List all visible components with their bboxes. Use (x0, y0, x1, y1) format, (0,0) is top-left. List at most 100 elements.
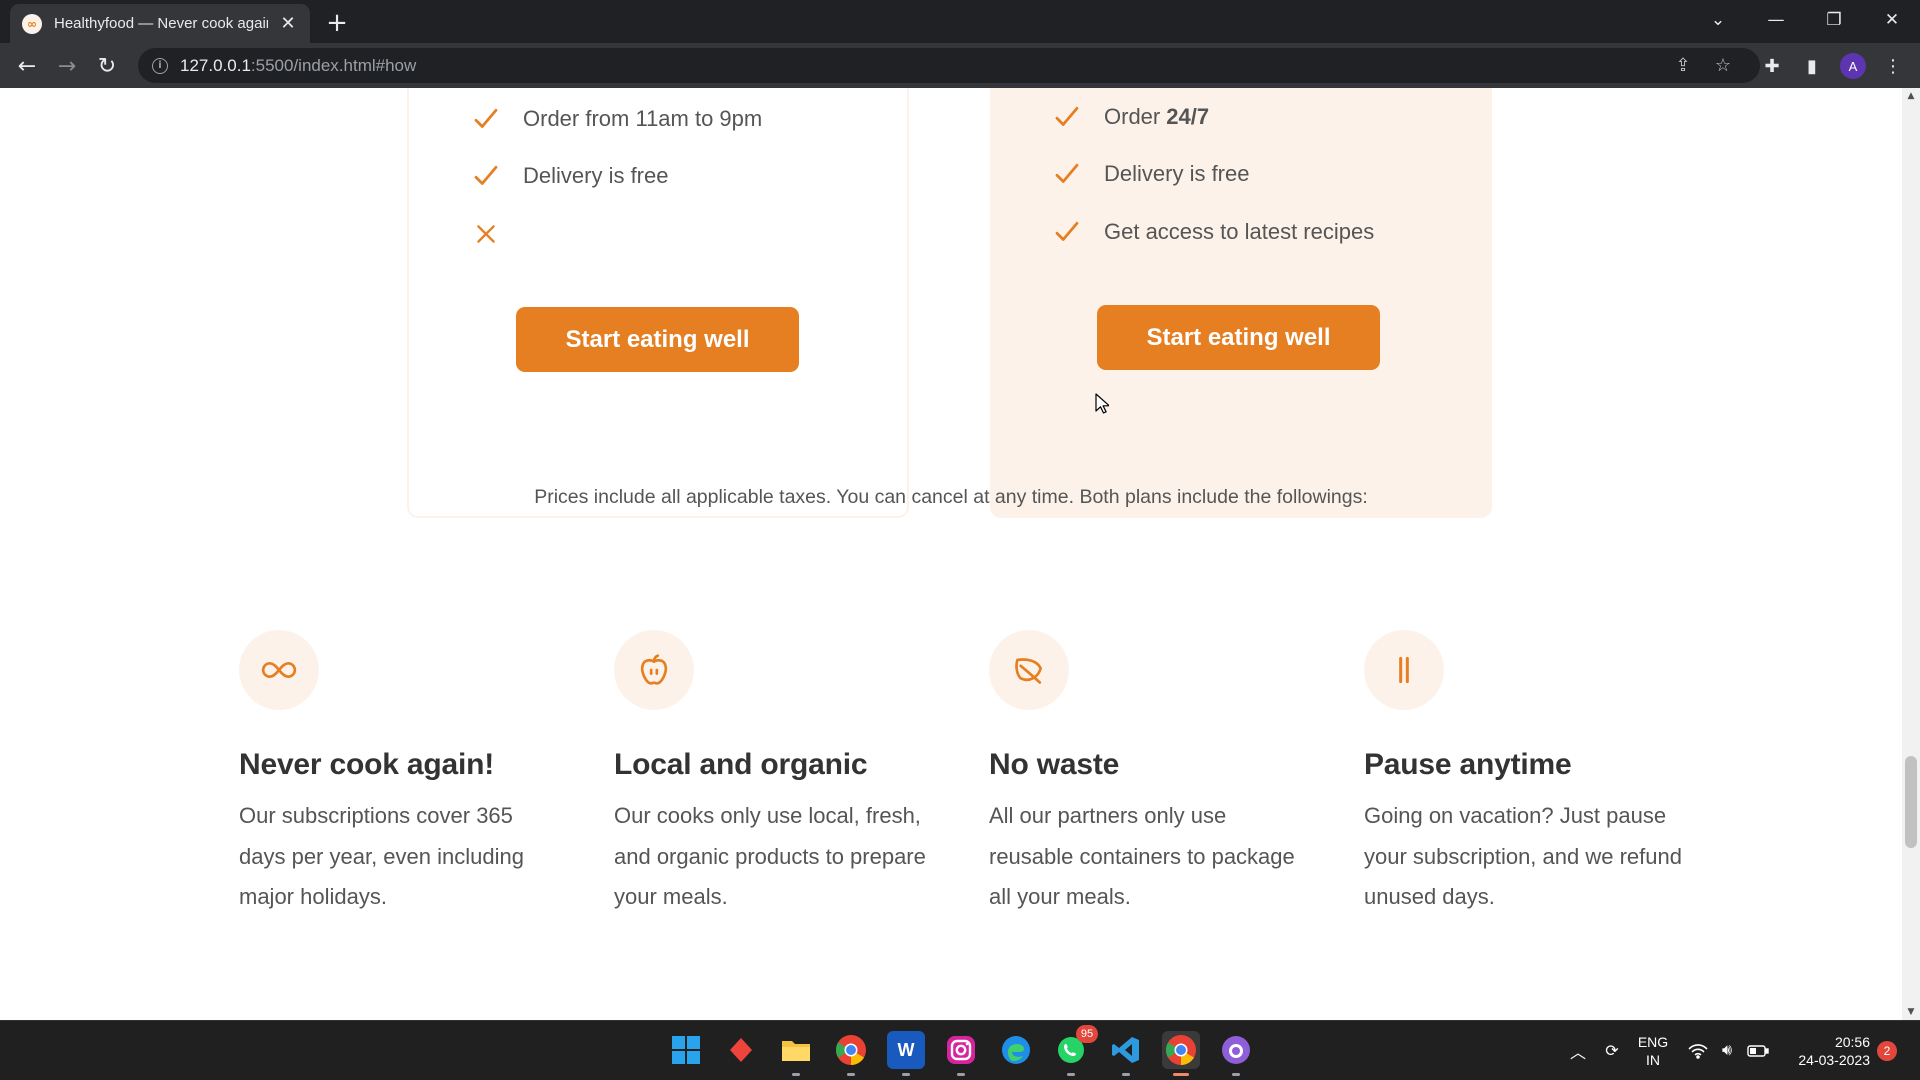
edge-icon[interactable] (997, 1031, 1035, 1069)
windows-taskbar: W 95 ︿ ⟳ ENG IN 🔊︎ 20:56 24-03-2023 2 (0, 1020, 1920, 1080)
sync-icon[interactable]: ⟳ (1597, 1021, 1627, 1080)
feature-text: Delivery is free (523, 163, 669, 189)
whatsapp-unread-badge: 95 (1076, 1025, 1098, 1043)
list-item: Get access to latest recipes (1052, 203, 1374, 261)
pricing-plan-complete: Order 24/7 Delivery is free Get access t… (990, 88, 1492, 518)
apple-icon (614, 630, 694, 710)
feature-text-bold: 24/7 (1166, 103, 1210, 129)
list-item: Delivery is free (1052, 146, 1374, 204)
starter-feature-list: Order from 11am to 9pm Delivery is free (471, 90, 762, 263)
url-host: 127.0.0.1 (180, 55, 251, 75)
reload-icon[interactable]: ↻ (90, 49, 124, 83)
scroll-down-icon[interactable]: ▼ (1902, 1004, 1920, 1020)
instagram-icon[interactable] (942, 1031, 980, 1069)
language-region: IN (1646, 1052, 1660, 1068)
github-desktop-icon[interactable] (1217, 1031, 1255, 1069)
running-indicator (1067, 1073, 1075, 1076)
pricing-note: Prices include all applicable taxes. You… (534, 486, 1368, 508)
infinity-icon: ∞ (22, 13, 42, 34)
feature-description: Our subscriptions cover 365 days per yea… (239, 803, 524, 909)
tab-search-icon[interactable]: ⌄ (1690, 0, 1746, 40)
url-path: :5500/index.html#how (250, 55, 417, 75)
feature-title: Local and organic (614, 748, 868, 781)
check-icon (471, 104, 501, 134)
clock-date: 24-03-2023 (1798, 1052, 1870, 1068)
profile-avatar[interactable]: A (1840, 53, 1866, 79)
list-item (471, 205, 762, 263)
language-indicator[interactable]: ENG IN (1635, 1033, 1671, 1069)
menu-icon[interactable]: ⋮ (1876, 49, 1910, 83)
running-indicator (957, 1073, 965, 1076)
page-viewport: Order from 11am to 9pm Delivery is free … (0, 88, 1902, 1020)
wifi-icon[interactable] (1683, 1021, 1713, 1080)
language-code: ENG (1637, 1034, 1669, 1050)
cross-icon (471, 219, 501, 249)
word-icon[interactable]: W (887, 1031, 925, 1069)
url-text[interactable]: 127.0.0.1:5500/index.html#how (180, 56, 416, 76)
site-info-icon[interactable]: i (152, 57, 168, 74)
scroll-up-icon[interactable]: ▲ (1902, 88, 1920, 104)
check-icon (1052, 217, 1082, 247)
page-scrollbar[interactable]: ▲ ▼ (1902, 88, 1920, 1020)
pause-icon (1364, 630, 1444, 710)
browser-tab[interactable]: ∞ Healthyfood — Never cook again! ✕ (10, 4, 310, 43)
notification-count-badge[interactable]: 2 (1877, 1041, 1897, 1061)
feature-local-organic: Local and organic Our cooks only use loc… (614, 630, 934, 918)
feature-description: All our partners only use reusable conta… (989, 803, 1295, 909)
start-eating-well-button-starter[interactable]: Start eating well (516, 307, 799, 372)
mouse-cursor-icon (1095, 393, 1109, 414)
system-clock[interactable]: 20:56 24-03-2023 (1780, 1033, 1870, 1069)
windows-start-icon[interactable] (667, 1031, 705, 1069)
battery-icon[interactable] (1743, 1021, 1773, 1080)
running-indicator (1122, 1073, 1130, 1076)
feature-no-waste: No waste All our partners only use reusa… (989, 630, 1309, 918)
restore-icon[interactable]: ❐ (1806, 0, 1862, 40)
active-indicator (1173, 1073, 1189, 1076)
share-icon[interactable]: ⇪ (1668, 48, 1698, 83)
new-tab-icon[interactable]: + (322, 8, 352, 38)
complete-feature-list: Order 24/7 Delivery is free Get access t… (1052, 88, 1374, 261)
list-item: Order 24/7 (1052, 88, 1374, 146)
chrome-profile-icon[interactable] (1162, 1031, 1200, 1069)
running-indicator (792, 1073, 800, 1076)
leaf-icon (989, 630, 1069, 710)
bookmark-star-icon[interactable]: ☆ (1708, 48, 1738, 83)
extensions-icon[interactable]: ✚ (1755, 49, 1789, 83)
pricing-plan-starter: Order from 11am to 9pm Delivery is free … (407, 88, 909, 518)
running-indicator (902, 1073, 910, 1076)
close-window-icon[interactable]: ✕ (1864, 0, 1920, 40)
feature-title: No waste (989, 748, 1120, 781)
minimize-icon[interactable]: — (1748, 0, 1804, 40)
check-icon (1052, 102, 1082, 132)
file-explorer-icon[interactable] (777, 1031, 815, 1069)
show-hidden-icons-icon[interactable]: ︿ (1563, 1021, 1593, 1080)
scrollbar-thumb[interactable] (1905, 756, 1917, 848)
feature-text: Order from 11am to 9pm (523, 105, 763, 131)
chrome-icon[interactable] (832, 1031, 870, 1069)
list-item: Delivery is free (471, 148, 762, 206)
anydesk-icon[interactable] (722, 1031, 760, 1069)
feature-text: Get access to latest recipes (1104, 218, 1375, 244)
infinity-icon (239, 630, 319, 710)
feature-description: Going on vacation? Just pause your subsc… (1364, 803, 1682, 909)
feature-pause-anytime: Pause anytime Going on vacation? Just pa… (1364, 630, 1684, 918)
feature-never-cook: Never cook again! Our subscriptions cove… (239, 630, 559, 918)
address-bar[interactable]: i 127.0.0.1:5500/index.html#how ⇪ ☆ (138, 48, 1760, 83)
start-eating-well-button-complete[interactable]: Start eating well (1097, 305, 1380, 370)
back-icon[interactable]: ← (10, 49, 44, 83)
browser-toolbar: ← → ↻ i 127.0.0.1:5500/index.html#how ⇪ … (0, 43, 1920, 88)
clock-time: 20:56 (1834, 1034, 1870, 1050)
feature-description: Our cooks only use local, fresh, and org… (614, 803, 926, 909)
running-indicator (847, 1073, 855, 1076)
feature-text: Order (1104, 103, 1161, 129)
browser-tab-strip: ∞ Healthyfood — Never cook again! ✕ + ⌄ … (0, 0, 1920, 43)
feature-title: Pause anytime (1364, 748, 1572, 781)
check-icon (471, 161, 501, 191)
forward-icon[interactable]: → (50, 49, 84, 83)
whatsapp-icon[interactable]: 95 (1052, 1025, 1098, 1069)
running-indicator (1232, 1073, 1240, 1076)
volume-icon[interactable]: 🔊︎ (1712, 1021, 1742, 1080)
vscode-icon[interactable] (1107, 1031, 1145, 1069)
close-tab-icon[interactable]: ✕ (278, 13, 298, 34)
side-panel-icon[interactable]: ▮ (1795, 49, 1829, 83)
